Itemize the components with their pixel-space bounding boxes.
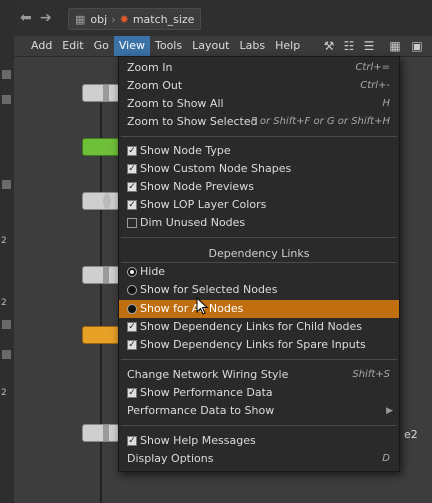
- menu-separator: [121, 425, 397, 426]
- menu-show-help[interactable]: ✓ Show Help Messages: [119, 432, 399, 450]
- strip-tool-icon[interactable]: [2, 320, 11, 329]
- shortcut: Shift+S: [352, 369, 390, 380]
- menu-zoom-in[interactable]: Zoom In Ctrl+=: [119, 59, 399, 77]
- menu-dep-child[interactable]: ✓ Show Dependency Links for Child Nodes: [119, 318, 399, 336]
- menu-view[interactable]: View: [113, 36, 150, 56]
- strip-tool-icon[interactable]: [2, 180, 11, 189]
- mouse-cursor-icon: [196, 297, 208, 315]
- menu-show-node-type[interactable]: ✓ Show Node Type: [119, 142, 399, 160]
- checkbox-checked-icon[interactable]: ✓: [127, 436, 137, 446]
- menu-separator: [121, 359, 397, 360]
- checkbox-checked-icon[interactable]: ✓: [127, 388, 137, 398]
- breadcrumb-root[interactable]: obj: [90, 13, 107, 26]
- shortcut: F or Shift+F or G or Shift+H: [250, 116, 390, 127]
- checkbox-checked-icon[interactable]: ✓: [127, 200, 137, 210]
- menu-labs[interactable]: Labs: [235, 36, 271, 56]
- checkbox-checked-icon[interactable]: ✓: [127, 322, 137, 332]
- menu-display-options[interactable]: Display Options D: [119, 450, 399, 468]
- tree-icon[interactable]: ☷: [342, 39, 356, 53]
- breadcrumb[interactable]: ▦ obj › ✸ match_size: [68, 8, 202, 30]
- strip-tool-icon[interactable]: [2, 70, 11, 79]
- menu-zoom-show-selected[interactable]: Zoom to Show Selected F or Shift+F or G …: [119, 113, 399, 131]
- strip-label: 2: [1, 236, 7, 246]
- wrench-icon[interactable]: ⚒: [322, 39, 336, 53]
- breadcrumb-current[interactable]: match_size: [133, 13, 195, 26]
- shortcut: D: [382, 453, 390, 464]
- checkbox-checked-icon[interactable]: ✓: [127, 146, 137, 156]
- node-wire: [100, 103, 102, 503]
- menu-show-performance[interactable]: ✓ Show Performance Data: [119, 384, 399, 402]
- radio-selected-icon[interactable]: [127, 267, 137, 277]
- network-node[interactable]: [82, 266, 120, 284]
- left-toolbar-strip: 2 2 2: [0, 0, 15, 503]
- checkbox-unchecked-icon[interactable]: [127, 218, 137, 228]
- view-dropdown-menu: Zoom In Ctrl+= Zoom Out Ctrl+- Zoom to S…: [118, 56, 400, 472]
- strip-label: 2: [1, 388, 7, 398]
- forward-arrow-icon[interactable]: ➔: [40, 10, 52, 26]
- menu-zoom-show-all[interactable]: Zoom to Show All H: [119, 95, 399, 113]
- node-name-label: e2: [404, 428, 418, 441]
- shortcut: Ctrl+-: [360, 80, 390, 91]
- menu-separator: [121, 237, 397, 238]
- radio-unselected-icon[interactable]: [127, 304, 137, 314]
- menu-go[interactable]: Go: [89, 36, 114, 56]
- network-node[interactable]: [82, 192, 120, 210]
- breadcrumb-separator-icon: ›: [111, 12, 116, 26]
- checkbox-checked-icon[interactable]: ✓: [127, 340, 137, 350]
- menu-dep-all[interactable]: Show for All Nodes: [119, 300, 399, 318]
- strip-label: 2: [1, 298, 7, 308]
- back-arrow-icon[interactable]: ⬅: [20, 10, 32, 26]
- menu-separator: [121, 136, 397, 137]
- menu-show-lop-colors[interactable]: ✓ Show LOP Layer Colors: [119, 196, 399, 214]
- network-node-green[interactable]: [82, 138, 120, 156]
- network-node-orange[interactable]: [82, 326, 120, 344]
- network-icon: ▦: [75, 12, 86, 26]
- network-menubar: Add Edit Go View Tools Layout Labs Help …: [14, 36, 432, 57]
- menu-dep-spare[interactable]: ✓ Show Dependency Links for Spare Inputs: [119, 336, 399, 354]
- menu-help[interactable]: Help: [270, 36, 305, 56]
- menu-dim-unused[interactable]: Dim Unused Nodes: [119, 214, 399, 232]
- menu-edit[interactable]: Edit: [57, 36, 88, 56]
- houdini-logo-icon: ✸: [119, 12, 129, 26]
- menu-wiring-style[interactable]: Change Network Wiring Style Shift+S: [119, 366, 399, 384]
- strip-tool-icon[interactable]: [2, 350, 11, 359]
- shortcut: H: [382, 98, 390, 109]
- list-icon[interactable]: ☰: [362, 39, 376, 53]
- strip-tool-icon[interactable]: [2, 95, 11, 104]
- menu-add[interactable]: Add: [26, 36, 57, 56]
- menu-show-custom-shapes[interactable]: ✓ Show Custom Node Shapes: [119, 160, 399, 178]
- grid-icon[interactable]: ▦: [388, 39, 402, 53]
- panel-icon[interactable]: ▣: [410, 39, 424, 53]
- menu-performance-to-show[interactable]: Performance Data to Show ▶: [119, 402, 399, 420]
- menu-layout[interactable]: Layout: [187, 36, 234, 56]
- shortcut: Ctrl+=: [355, 62, 390, 73]
- radio-unselected-icon[interactable]: [127, 285, 137, 295]
- checkbox-checked-icon[interactable]: ✓: [127, 182, 137, 192]
- network-node[interactable]: [82, 84, 120, 102]
- path-bar: ⬅ ➔ ▦ obj › ✸ match_size: [14, 0, 432, 37]
- network-node[interactable]: [82, 424, 120, 442]
- menu-show-node-previews[interactable]: ✓ Show Node Previews: [119, 178, 399, 196]
- checkbox-checked-icon[interactable]: ✓: [127, 164, 137, 174]
- menu-tools[interactable]: Tools: [150, 36, 187, 56]
- menu-dep-selected[interactable]: Show for Selected Nodes: [119, 281, 399, 299]
- submenu-arrow-icon: ▶: [386, 406, 393, 416]
- menu-dep-hide[interactable]: Hide: [119, 263, 399, 281]
- dependency-links-header: Dependency Links: [208, 247, 310, 260]
- menu-zoom-out[interactable]: Zoom Out Ctrl+-: [119, 77, 399, 95]
